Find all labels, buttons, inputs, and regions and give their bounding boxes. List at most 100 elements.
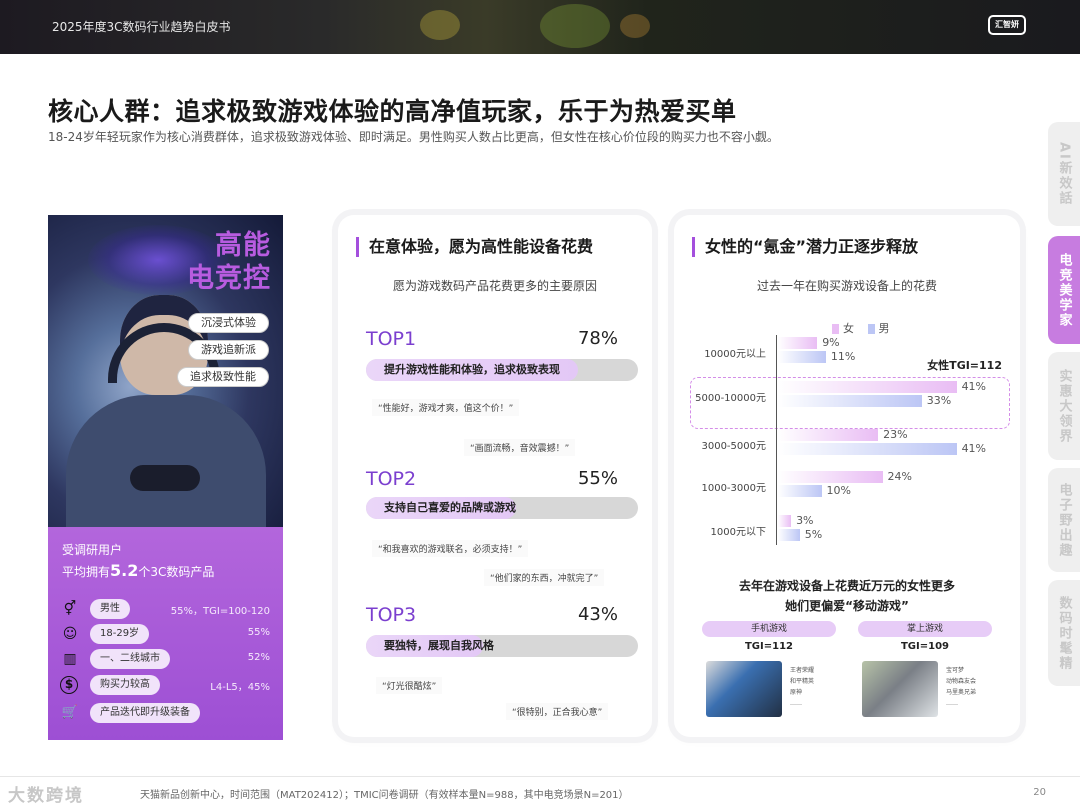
top-banner: 2025年度3C数码行业趋势白皮书 汇智妍 [0, 0, 1080, 54]
category-label: 1000-3000元 [701, 483, 766, 494]
stats-line2: 平均拥有5.2个3C数码产品 [62, 561, 214, 580]
game-list-item: 动物森友会 [946, 678, 977, 685]
controller-icon [130, 465, 200, 491]
gamer-body [66, 395, 266, 527]
reasons-card-title: 在意体验，愿为高性能设备花费 [356, 237, 593, 257]
game-list-item: …… [946, 700, 958, 707]
stat-tag: 18-29岁 [90, 624, 150, 644]
stats-line1: 受调研用户 [62, 543, 123, 557]
persona-tag: 追求极致性能 [177, 367, 269, 387]
side-tab-value[interactable]: 实惠大领界 [1048, 352, 1080, 460]
page-title: 核心人群：追求极致游戏体验的高净值玩家，乐于为热爱买单 [48, 97, 737, 126]
user-quote: “他们家的东西，冲就完了” [484, 569, 605, 586]
chart-axis [776, 335, 777, 545]
stat-row-age: ☺ 18-29岁 55% [60, 624, 272, 644]
watermark: 大数跨境 [8, 786, 84, 806]
bar-female [778, 429, 879, 441]
user-quote: “性能好，游戏才爽，值这个价！” [372, 399, 520, 416]
bar-male [778, 395, 922, 407]
game-list: 宝可梦 动物森友会 马里奥兄弟 …… [946, 665, 976, 709]
side-tab-outdoor[interactable]: 电子野出趣 [1048, 468, 1080, 572]
bar-value-label: 10% [826, 484, 851, 497]
reason-bar-track: 要独特，展现自我风格 [366, 635, 638, 657]
brand-logo: 汇智妍 [988, 15, 1026, 35]
reasons-card-subtitle: 愿为游戏数码产品花费更多的主要原因 [392, 279, 597, 293]
side-tab-esports[interactable]: 电竞美学家 [1048, 236, 1080, 344]
banner-decoration [540, 4, 610, 48]
user-quote: “和我喜欢的游戏联名，必须支持！” [372, 540, 529, 557]
side-tab-ai[interactable]: AI新效話 [1048, 122, 1080, 226]
side-tab-fashion[interactable]: 数码时髦精 [1048, 580, 1080, 686]
banner-decoration [620, 14, 650, 38]
stat-tag: 男性 [90, 599, 130, 619]
spending-card: 女性的“氪金”潜力正逐步释放 过去一年在购买游戏设备上的花费 女 男 女性TGI… [674, 215, 1020, 737]
bar-male [778, 443, 957, 455]
handheld-game-panel: 掌上游戏 TGI=109 宝可梦 动物森友会 马里奥兄弟 …… [850, 621, 1000, 721]
source-note: 天猫新品创新中心，时间范围（MAT202412）；TMIC问卷调研（有效样本量N… [140, 790, 629, 801]
spending-card-title: 女性的“氪金”潜力正逐步释放 [692, 237, 918, 257]
bar-value-label: 24% [887, 470, 912, 483]
game-list-item: 王者荣耀 [790, 667, 815, 674]
bar-value-label: 5% [804, 528, 823, 541]
persona-title: 高能 电竞控 [187, 229, 271, 295]
game-list-item: 和平精英 [790, 678, 815, 685]
rank-label: TOP3 [366, 604, 417, 626]
stat-tag: 产品迭代即升级装备 [90, 703, 200, 723]
bar-value-label: 3% [796, 514, 814, 527]
persona-stats: 受调研用户 平均拥有5.2个3C数码产品 ⚥ 男性 55%，TGI=100-12… [48, 527, 283, 740]
cart-icon: 🛒 [61, 705, 79, 720]
game-list-item: 原神 [790, 689, 803, 696]
person-icon: ☺ [62, 626, 78, 642]
user-quote: “很特别，正合我心意” [506, 703, 609, 720]
game-list: 王者荣耀 和平精英 原神 …… [790, 665, 814, 709]
mobile-game-panel: 手机游戏 TGI=112 王者荣耀 和平精英 原神 …… [694, 621, 844, 721]
reason-text: 要独特，展现自我风格 [384, 639, 494, 652]
reason-bar-track: 支持自己喜爱的品牌或游戏 [366, 497, 638, 519]
category-label: 3000-5000元 [701, 441, 766, 452]
bar-male [778, 485, 822, 497]
footer: 大数跨境 天猫新品创新中心，时间范围（MAT202412）；TMIC问卷调研（有… [0, 776, 1080, 809]
legend-label-female: 女 [843, 322, 854, 335]
rank-percent: 55% [577, 468, 618, 489]
game-list-item: 宝可梦 [946, 667, 965, 674]
stat-row-gender: ⚥ 男性 55%，TGI=100-120 [60, 599, 272, 619]
game-tgi: TGI=112 [744, 641, 793, 652]
reason-text: 提升游戏性能和体验，追求极致表现 [384, 363, 560, 376]
bar-male [778, 351, 826, 363]
user-quote: “灯光很酷炫” [376, 677, 443, 694]
reason-bar-track: 提升游戏性能和体验，追求极致表现 [366, 359, 638, 381]
page-number: 20 [1033, 787, 1046, 798]
game-tgi: TGI=109 [900, 641, 949, 652]
stat-value: 52% [247, 652, 270, 663]
banner-decoration [420, 10, 460, 40]
persona-tag: 游戏追新派 [188, 340, 269, 360]
stat-row-spending: $ 购买力较高 L4-L5，45% [60, 675, 272, 695]
rank-percent: 78% [577, 328, 618, 349]
legend-swatch-male [867, 324, 875, 334]
money-icon: $ [60, 676, 78, 694]
bottom-title-line1: 去年在游戏设备上花费近万元的女性更多 [738, 579, 955, 593]
game-category: 掌上游戏 [858, 621, 992, 637]
game-category: 手机游戏 [702, 621, 836, 637]
page-subtitle: 18-24岁年轻玩家作为核心消费群体，追求极致游戏体验、即时满足。男性购买人数占… [48, 130, 779, 144]
bar-female [778, 471, 883, 483]
legend-swatch-female [832, 324, 839, 334]
city-icon: ▥ [63, 651, 77, 667]
bar-value-label: 41% [961, 380, 987, 393]
category-label: 5000-10000元 [695, 393, 766, 404]
stat-tag: 一、二线城市 [90, 649, 170, 669]
handheld-console-image [862, 661, 938, 717]
stat-row-city: ▥ 一、二线城市 52% [60, 649, 272, 669]
bottom-title-line2: 她们更偏爱“移动游戏” [785, 599, 909, 613]
reasons-card: 在意体验，愿为高性能设备花费 愿为游戏数码产品花费更多的主要原因 TOP1 78… [338, 215, 652, 737]
chart-legend: 女 男 [832, 320, 890, 336]
tgi-annotation: 女性TGI=112 [927, 359, 1002, 372]
rank-label: TOP1 [366, 328, 417, 350]
rank-percent: 43% [577, 604, 618, 625]
user-quote: “画面流畅，音效震撼！” [464, 439, 576, 456]
bar-male [778, 529, 800, 541]
bar-female [778, 515, 792, 527]
persona-tag: 沉浸式体验 [188, 313, 269, 333]
reason-text: 支持自己喜爱的品牌或游戏 [384, 501, 516, 514]
game-list-item: 马里奥兄弟 [946, 689, 977, 696]
